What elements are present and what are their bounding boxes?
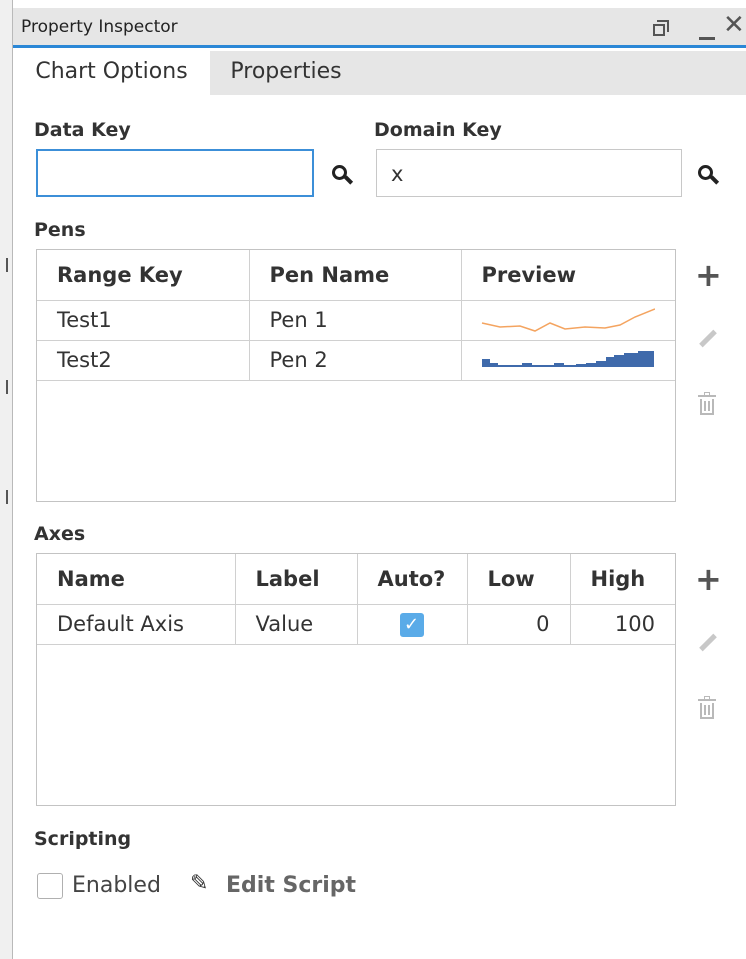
column-header[interactable]: Auto? xyxy=(357,554,468,605)
axes-table[interactable]: Name Label Auto? Low High Default Axis V… xyxy=(36,553,676,806)
pencil-icon[interactable]: ✎ xyxy=(190,871,208,896)
preview-cell xyxy=(461,300,675,341)
column-header[interactable]: Range Key xyxy=(37,250,250,301)
enabled-checkbox[interactable] xyxy=(37,873,63,899)
column-header[interactable]: Name xyxy=(37,554,236,605)
domain-key-label: Domain Key xyxy=(374,119,502,141)
window-title: Property Inspector xyxy=(21,17,178,37)
search-icon[interactable] xyxy=(698,165,720,187)
restore-icon[interactable] xyxy=(653,20,669,36)
auto-checkbox[interactable]: ✓ xyxy=(399,612,424,637)
left-edge-strip xyxy=(0,0,13,959)
add-pen-button[interactable]: + xyxy=(695,259,722,291)
pens-table[interactable]: Range Key Pen Name Preview Test1 Pen 1 T… xyxy=(36,249,676,502)
delete-axis-button[interactable] xyxy=(695,696,719,722)
edge-marker xyxy=(6,380,8,394)
column-header[interactable]: Preview xyxy=(461,250,675,301)
pens-label: Pens xyxy=(34,219,86,241)
pens-header-row: Range Key Pen Name Preview xyxy=(37,250,675,301)
search-icon[interactable] xyxy=(332,165,354,187)
table-row[interactable]: Test2 Pen 2 xyxy=(37,340,675,381)
minimize-icon[interactable] xyxy=(699,37,715,40)
axes-label: Axes xyxy=(34,523,86,545)
scripting-label: Scripting xyxy=(34,828,132,850)
edit-pen-button[interactable] xyxy=(695,327,717,349)
edge-marker xyxy=(6,258,8,272)
column-header[interactable]: Label xyxy=(235,554,358,605)
edit-axis-button[interactable] xyxy=(695,631,717,653)
axis-label-cell[interactable]: Value xyxy=(235,604,358,645)
axes-header-row: Name Label Auto? Low High xyxy=(37,554,675,605)
delete-pen-button[interactable] xyxy=(695,392,719,418)
chart-options-panel: Data Key Domain Key x Pens Range Key Pen… xyxy=(13,95,746,959)
title-bar: Property Inspector ✕ xyxy=(13,8,746,48)
pen-preview-line xyxy=(481,307,655,332)
tab-chart-options[interactable]: Chart Options xyxy=(13,51,210,95)
tab-properties[interactable]: Properties xyxy=(210,51,362,95)
table-row[interactable]: Test1 Pen 1 xyxy=(37,300,675,341)
axis-high-cell[interactable]: 100 xyxy=(570,604,675,645)
data-key-label: Data Key xyxy=(34,119,131,141)
column-header[interactable]: Pen Name xyxy=(249,250,462,301)
pen-name-cell[interactable]: Pen 2 xyxy=(249,340,462,381)
tab-bar: Chart Options Properties xyxy=(13,51,746,95)
column-header[interactable]: Low xyxy=(467,554,571,605)
range-key-cell[interactable]: Test2 xyxy=(37,340,250,381)
pen-preview-bars xyxy=(481,350,654,367)
add-axis-button[interactable]: + xyxy=(695,563,722,595)
preview-cell xyxy=(461,340,675,381)
pen-name-cell[interactable]: Pen 1 xyxy=(249,300,462,341)
close-icon[interactable]: ✕ xyxy=(723,12,745,38)
column-header[interactable]: High xyxy=(570,554,675,605)
domain-key-input[interactable]: x xyxy=(376,149,682,197)
axis-low-cell[interactable]: 0 xyxy=(467,604,571,645)
data-key-input[interactable] xyxy=(36,149,314,197)
range-key-cell[interactable]: Test1 xyxy=(37,300,250,341)
edit-script-button[interactable]: Edit Script xyxy=(226,873,356,898)
enabled-label[interactable]: Enabled xyxy=(72,873,161,898)
table-row[interactable]: Default Axis Value ✓ 0 100 xyxy=(37,604,675,645)
edge-marker xyxy=(6,490,8,504)
axis-auto-cell[interactable]: ✓ xyxy=(357,604,468,645)
axis-name-cell[interactable]: Default Axis xyxy=(37,604,236,645)
